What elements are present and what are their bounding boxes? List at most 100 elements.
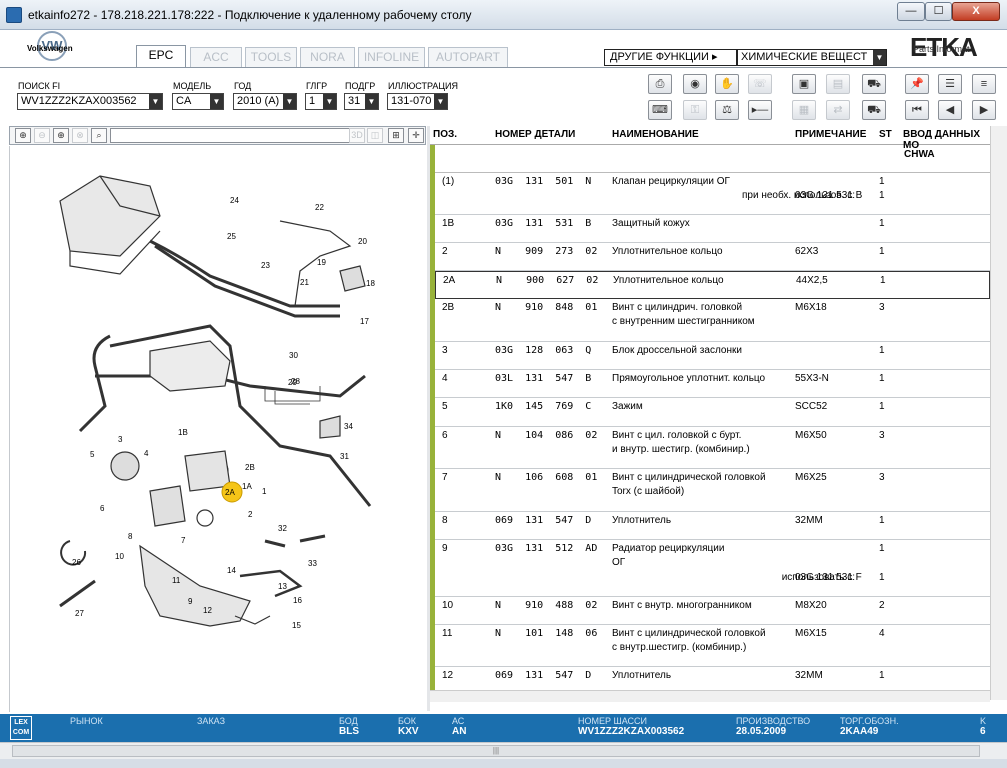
col-part-number[interactable]: НОМЕР ДЕТАЛИ (495, 129, 575, 140)
other-functions-value: ХИМИЧЕСКИЕ ВЕЩЕСТ (741, 51, 868, 63)
main-group-select[interactable]: 1 ▼ (305, 93, 337, 110)
main-group-label: ГЛГР (306, 81, 328, 91)
scrollbar-thumb[interactable]: ||| (12, 745, 980, 757)
elsa-icon[interactable]: ▣ (792, 74, 816, 94)
tab-autopart[interactable]: AUTOPART (428, 47, 508, 67)
production-label: ПРОИЗВОДСТВО (736, 716, 811, 726)
trade-label: ТОРГ.ОБОЗН. (840, 716, 899, 726)
order-label: ЗАКАЗ (197, 716, 226, 726)
col-st[interactable]: ST (879, 129, 892, 140)
pin-icon[interactable]: 📌 (905, 74, 929, 94)
tab-nora[interactable]: NORA (300, 47, 355, 67)
search-icon[interactable]: ⌕ (91, 128, 107, 143)
list-add-icon[interactable]: ☰ (938, 74, 962, 94)
window-horizontal-scrollbar[interactable]: ||| (0, 742, 1007, 759)
row-pos: 9 (442, 543, 448, 554)
other-functions-button[interactable]: ДРУГИЕ ФУНКЦИИ ▸ (604, 49, 737, 66)
search-fi-input[interactable]: WV1ZZZ2KZAX003562 ▼ (17, 93, 163, 110)
row-name: Уплотнитель (612, 670, 672, 681)
balance-icon[interactable]: ⚖ (715, 100, 739, 120)
table-row[interactable]: 2 N 909 273 02 Уплотнительное кольцо 62X… (435, 243, 990, 271)
compare-icon[interactable]: ◫ (367, 128, 383, 143)
zoom-reset-icon[interactable]: ⊗ (72, 128, 88, 143)
cart-icon[interactable]: ⛟ (862, 74, 886, 94)
view-3d-button[interactable]: 3D (349, 128, 365, 143)
tab-infoline[interactable]: INFOLINE (358, 47, 425, 67)
next-page-icon[interactable]: ▶ (972, 100, 996, 120)
table-vertical-scrollbar[interactable] (990, 126, 1007, 700)
svg-text:2: 2 (248, 510, 253, 519)
other-functions-select[interactable]: ХИМИЧЕСКИЕ ВЕЩЕСТ ▼ (737, 49, 887, 66)
handshake-icon[interactable]: ✋ (715, 74, 739, 94)
year-select[interactable]: 2010 (A) ▼ (233, 93, 297, 110)
bod-label: БОД (339, 716, 358, 726)
illustration-label: ИЛЛЮСТРАЦИЯ (388, 81, 459, 91)
illustration-select[interactable]: 131-070 ▼ (387, 93, 448, 110)
move-icon[interactable]: ✛ (408, 128, 424, 143)
cart-list-icon[interactable]: ⛟ (862, 100, 886, 120)
print-icon[interactable]: ⎙ (648, 74, 672, 94)
maximize-button[interactable]: ☐ (925, 2, 952, 21)
tab-acc[interactable]: ACC (190, 47, 242, 67)
svg-text:22: 22 (315, 203, 324, 212)
split-view-icon[interactable]: ⊞ (388, 128, 404, 143)
table-row[interactable]: 12 069 131 547 D Уплотнитель 32MM 1 (435, 667, 990, 691)
notes-icon[interactable]: ≡ (972, 74, 996, 94)
exchange-icon[interactable]: ⇄ (826, 100, 850, 120)
col-name[interactable]: НАИМЕНОВАНИЕ (612, 129, 699, 140)
svg-text:3: 3 (118, 435, 123, 444)
disk-icon[interactable]: ◉ (683, 74, 707, 94)
keyboard-icon[interactable]: ⌨ (648, 100, 672, 120)
sub-group-select[interactable]: 31 ▼ (344, 93, 379, 110)
svg-text:1: 1 (262, 487, 267, 496)
col-pos[interactable]: ПОЗ. (433, 129, 457, 140)
table-row[interactable]: 7 N 106 608 01 Винт с цилиндрической гол… (435, 469, 990, 512)
row-name: Уплотнительное кольцо (612, 246, 723, 257)
first-page-icon[interactable]: ⏮ (905, 100, 929, 120)
minimize-button[interactable]: — (897, 2, 925, 21)
table-row[interactable]: 8 069 131 547 D Уплотнитель 32MM 1 (435, 512, 990, 540)
production-value: 28.05.2009 (736, 726, 787, 737)
zoom-fit-icon[interactable]: ⊕ (53, 128, 69, 143)
illustration-value: 131-070 (391, 95, 432, 107)
table-row[interactable]: 9 03G 131 512 AD Радиатор рециркуляции О… (435, 540, 990, 597)
row-pos: 10 (442, 600, 454, 611)
svg-text:6: 6 (100, 504, 105, 513)
row-st: 1 (879, 401, 885, 412)
depot-icon[interactable]: ▤ (826, 74, 850, 94)
table-row[interactable]: 2B N 910 848 01 Винт с цилиндрич. головк… (435, 299, 990, 342)
col-note[interactable]: ПРИМЕЧАНИЕ (795, 129, 866, 140)
row-st: 1 (879, 515, 885, 526)
close-button[interactable]: X (952, 2, 1000, 21)
table-row[interactable]: 3 03G 128 063 Q Блок дроссельной заслонк… (435, 342, 990, 370)
model-select[interactable]: CA ▼ (172, 93, 224, 110)
svg-text:18: 18 (366, 279, 375, 288)
table-row[interactable]: 5 1K0 145 769 C Зажим SCC52 1 (435, 398, 990, 427)
table-row-selected[interactable]: 2A N 900 627 02 Уплотнительное кольцо 44… (435, 271, 990, 299)
table-row[interactable]: 4 03L 131 547 B Прямоугольное уплотнит. … (435, 370, 990, 398)
tab-epc[interactable]: EPC (136, 45, 186, 67)
row-name: Радиатор рециркуляции (612, 543, 725, 554)
arrow-right-icon[interactable]: ▸— (748, 100, 772, 120)
doc-icon[interactable]: ▦ (792, 100, 816, 120)
zoom-out-icon[interactable]: ⊖ (34, 128, 50, 143)
table-row[interactable]: 1B 03G 131 531 B Защитный кожух 1 (435, 215, 990, 243)
zoom-in-icon[interactable]: ⊕ (15, 128, 31, 143)
key-icon[interactable]: ⚿ (683, 100, 707, 120)
k-label: K (980, 716, 987, 726)
table-row[interactable]: (1) 03G 131 501 N Клапан рециркуляции ОГ… (435, 173, 990, 215)
svg-text:11: 11 (172, 576, 181, 585)
tab-tools[interactable]: TOOLS (245, 47, 297, 67)
table-horizontal-scrollbar[interactable] (430, 690, 990, 702)
image-search-input[interactable] (110, 128, 350, 143)
table-row[interactable]: 10 N 910 488 02 Винт с внутр. многогранн… (435, 597, 990, 625)
table-row[interactable]: 6 N 104 086 02 Винт с цил. головкой с бу… (435, 427, 990, 469)
svg-text:24: 24 (230, 196, 239, 205)
chevron-down-icon: ▼ (149, 94, 162, 109)
table-row[interactable]: 11 N 101 148 06 Винт с цилиндрической го… (435, 625, 990, 667)
exploded-view-diagram[interactable]: 24 22 25 20 23 19 18 21 17 30 28 29 34 3… (9, 146, 427, 712)
chat-icon[interactable]: ☏ (748, 74, 772, 94)
prev-page-icon[interactable]: ◀ (938, 100, 962, 120)
row-pos: 11 (442, 628, 453, 639)
row-name: Блок дроссельной заслонки (612, 345, 742, 356)
